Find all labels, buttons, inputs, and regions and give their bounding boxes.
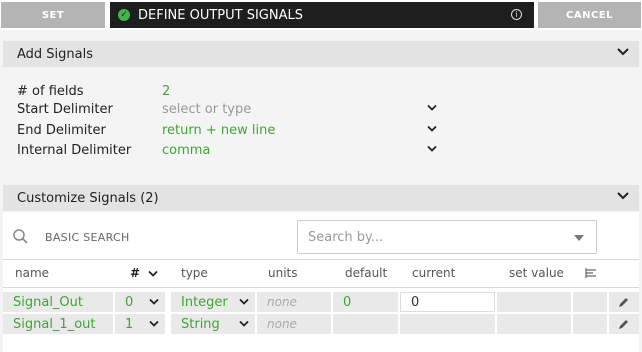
- signal-number: 1: [125, 316, 134, 332]
- chevron-down-icon[interactable]: [427, 145, 437, 153]
- chevron-down-icon[interactable]: [148, 270, 158, 278]
- chevron-down-icon[interactable]: [617, 191, 629, 201]
- search-input[interactable]: Search by...: [297, 220, 597, 254]
- pencil-icon[interactable]: [617, 318, 630, 331]
- chevron-down-icon[interactable]: [427, 125, 437, 133]
- signal-current: 0: [411, 294, 420, 310]
- search-row: BASIC SEARCH Search by...: [3, 212, 639, 260]
- table-row: Signal_Out 0 Integer none 0 0: [3, 292, 639, 312]
- divider: [3, 259, 639, 260]
- field-count-value[interactable]: 2: [162, 84, 170, 99]
- signal-number: 0: [125, 294, 134, 310]
- start-delimiter-row[interactable]: Start Delimiter select or type: [17, 100, 447, 118]
- basic-search-label[interactable]: BASIC SEARCH: [45, 231, 130, 244]
- chevron-down-icon[interactable]: [617, 47, 629, 57]
- signal-type-select[interactable]: String: [171, 314, 255, 334]
- start-delimiter-input[interactable]: select or type: [162, 102, 251, 117]
- signal-name[interactable]: Signal_Out: [13, 295, 83, 310]
- start-delimiter-label: Start Delimiter: [17, 101, 113, 117]
- end-delimiter-label: End Delimiter: [17, 122, 106, 138]
- customize-signals-title: Customize Signals (2): [17, 190, 159, 206]
- signal-name-cell[interactable]: Signal_Out: [3, 292, 113, 312]
- header-divider: [3, 287, 639, 288]
- signal-units-cell[interactable]: none: [257, 292, 331, 312]
- search-placeholder: Search by...: [308, 230, 384, 245]
- col-header-set-value[interactable]: set value: [509, 266, 564, 282]
- add-signals-title: Add Signals: [17, 46, 94, 62]
- col-header-default[interactable]: default: [345, 266, 387, 282]
- signal-units: none: [267, 295, 297, 309]
- col-header-type[interactable]: type: [181, 266, 208, 282]
- pencil-icon[interactable]: [617, 296, 630, 309]
- signal-number-select[interactable]: 1: [115, 314, 165, 334]
- caret-down-icon[interactable]: [574, 235, 584, 241]
- top-bar: SET ✓ DEFINE OUTPUT SIGNALS i CANCEL: [0, 0, 642, 30]
- internal-delimiter-row[interactable]: Internal Delimiter comma: [17, 141, 447, 159]
- signal-type-select[interactable]: Integer: [171, 292, 255, 312]
- signal-default-cell[interactable]: [333, 314, 398, 334]
- edit-cell[interactable]: [609, 292, 639, 312]
- dialog-title: DEFINE OUTPUT SIGNALS: [138, 7, 303, 23]
- signal-set-value-cell[interactable]: [497, 292, 571, 312]
- internal-delimiter-label: Internal Delimiter: [17, 142, 132, 158]
- spacer-cell: [573, 292, 607, 312]
- customize-signals-header[interactable]: Customize Signals (2): [3, 185, 639, 211]
- signal-type: Integer: [181, 294, 228, 310]
- title-bar: ✓ DEFINE OUTPUT SIGNALS i: [110, 2, 534, 28]
- add-signals-header[interactable]: Add Signals: [3, 41, 639, 67]
- signal-type: String: [181, 316, 220, 332]
- search-icon: [13, 229, 28, 244]
- signal-name[interactable]: Signal_1_out: [13, 317, 96, 332]
- signal-default: 0: [343, 294, 352, 310]
- col-header-number[interactable]: #: [130, 266, 140, 282]
- set-button[interactable]: SET: [1, 2, 105, 28]
- end-delimiter-value[interactable]: return + new line: [162, 123, 275, 138]
- col-header-current[interactable]: current: [412, 266, 455, 282]
- spacer-cell: [573, 314, 607, 334]
- table-row: Signal_1_out 1 String none: [3, 314, 639, 334]
- signal-name-cell[interactable]: Signal_1_out: [3, 314, 113, 334]
- chevron-down-icon[interactable]: [239, 298, 249, 306]
- signal-units: none: [267, 317, 297, 331]
- signal-current-cell: 0: [400, 292, 495, 312]
- column-settings-icon[interactable]: [585, 267, 597, 279]
- info-icon[interactable]: i: [511, 9, 522, 20]
- field-count-row: # of fields 2: [17, 82, 447, 100]
- signal-number-select[interactable]: 0: [115, 292, 165, 312]
- chevron-down-icon[interactable]: [149, 320, 159, 328]
- col-header-name[interactable]: name: [15, 266, 49, 282]
- col-header-units[interactable]: units: [268, 266, 298, 282]
- field-count-label: # of fields: [17, 83, 84, 99]
- check-circle-icon: ✓: [118, 9, 130, 21]
- signal-current-cell: [400, 314, 495, 334]
- edit-cell[interactable]: [609, 314, 639, 334]
- signal-units-cell[interactable]: none: [257, 314, 331, 334]
- signal-default-cell[interactable]: 0: [333, 292, 398, 312]
- internal-delimiter-value[interactable]: comma: [162, 143, 210, 158]
- chevron-down-icon[interactable]: [427, 104, 437, 112]
- signal-set-value-cell[interactable]: [497, 314, 571, 334]
- cancel-button[interactable]: CANCEL: [538, 2, 641, 28]
- chevron-down-icon[interactable]: [239, 320, 249, 328]
- chevron-down-icon[interactable]: [149, 298, 159, 306]
- end-delimiter-row[interactable]: End Delimiter return + new line: [17, 121, 447, 139]
